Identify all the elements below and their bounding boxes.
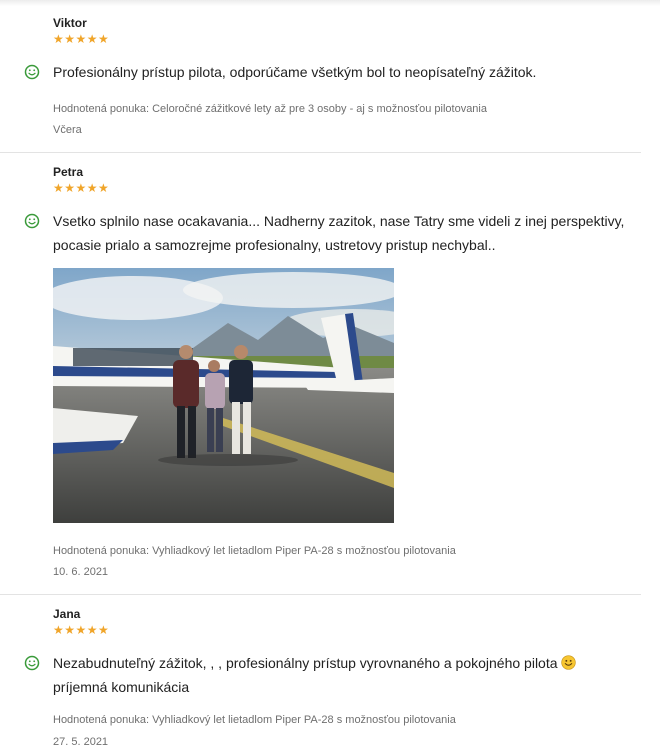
review-author: Petra [53, 165, 84, 179]
review-photo[interactable] [53, 268, 394, 523]
star-rating: ★★★★★ [53, 623, 110, 637]
smiley-emoji-icon [560, 655, 576, 670]
review-text: Profesionálny prístup pilota, odporúčame… [53, 64, 537, 80]
review-date: 27. 5. 2021 [53, 736, 109, 748]
review-text: Nezabudnuteľný zážitok, , , profesionáln… [53, 651, 628, 699]
rated-offer-link[interactable]: Hodnotená ponuka: Vyhliadkový let lietad… [53, 545, 456, 557]
review-author: Jana [53, 607, 81, 621]
top-edge [0, 0, 660, 6]
review-date: Včera [53, 124, 82, 136]
positive-smiley-icon [24, 64, 40, 80]
review-text: Vsetko splnilo nase ocakavania... Nadher… [53, 213, 625, 253]
star-rating: ★★★★★ [53, 181, 110, 195]
divider [0, 594, 641, 595]
review-text-part: Nezabudnuteľný zážitok, , , profesionáln… [53, 655, 558, 671]
rated-offer-link[interactable]: Hodnotená ponuka: Vyhliadkový let lietad… [53, 714, 456, 726]
star-rating: ★★★★★ [53, 32, 110, 46]
review-text-part: príjemná komunikácia [53, 679, 190, 695]
positive-smiley-icon [24, 655, 40, 671]
positive-smiley-icon [24, 213, 40, 229]
review-author: Viktor [53, 16, 87, 30]
divider [0, 152, 641, 153]
review-date: 10. 6. 2021 [53, 566, 109, 578]
rated-offer-link[interactable]: Hodnotená ponuka: Celoročné zážitkové le… [53, 103, 487, 115]
